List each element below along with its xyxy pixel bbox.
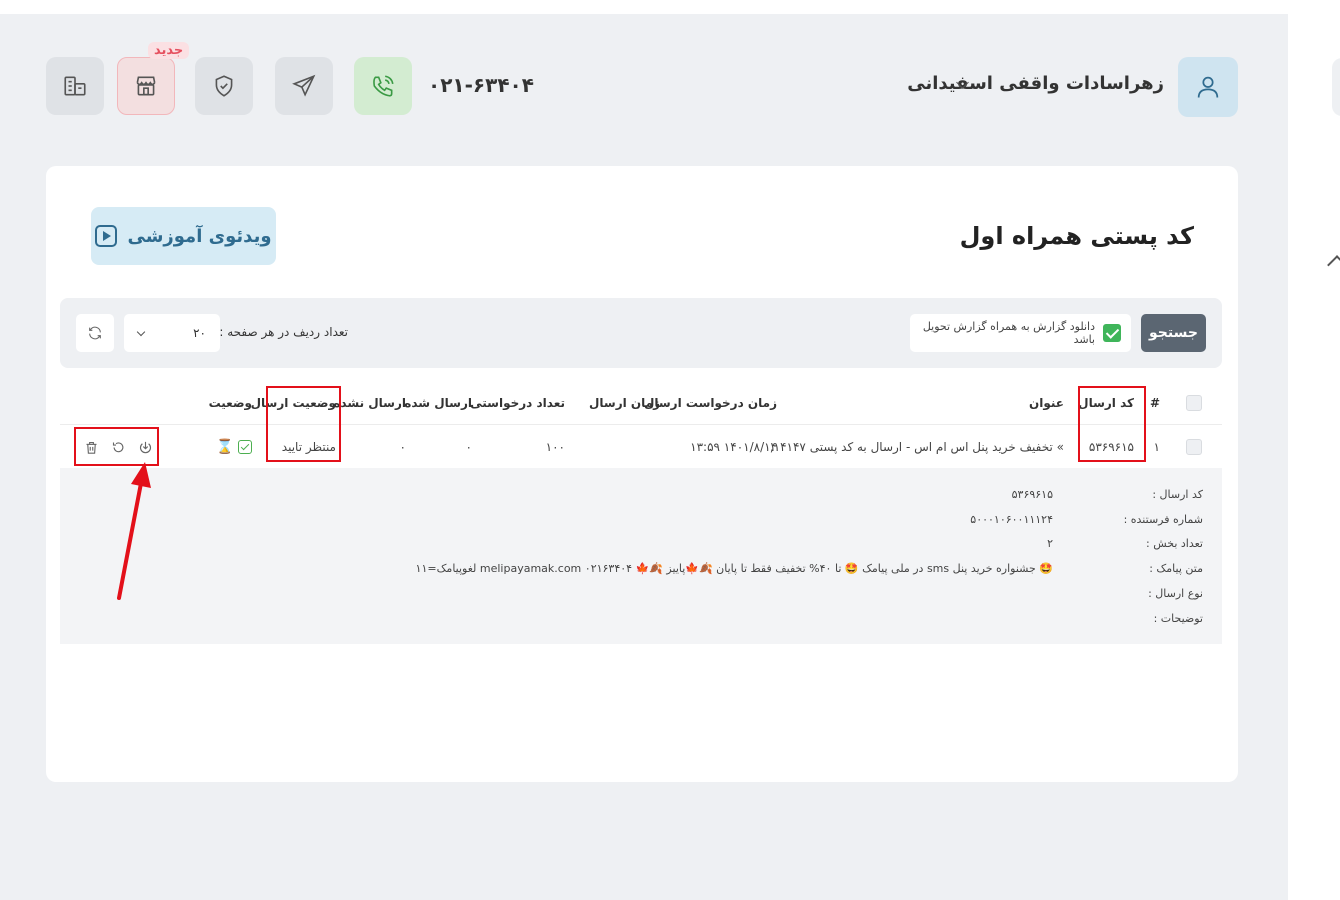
col-sent[interactable]: ارسال شده [404,396,472,410]
page-title: کد پستی همراه اول [959,222,1194,250]
col-status: وضعیت [208,396,252,410]
detail-send-code: ۵۳۶۹۶۱۵ [1011,488,1053,501]
rows-per-page-value: ۲۰ [193,326,206,340]
chevron-up-icon[interactable] [1327,255,1340,275]
sidebar-tab[interactable] [1332,58,1340,116]
refresh-button[interactable] [76,314,114,352]
shield-check-icon [215,75,233,97]
detail-label-sender: شماره فرستنده : [1123,513,1203,526]
new-badge: جدید [148,42,190,59]
detail-label-message: متن پیامک : [1149,562,1203,575]
col-title[interactable]: عنوان [1029,396,1064,410]
support-phone: ۰۲۱-۶۳۴۰۴ [428,73,534,97]
chevron-down-icon [136,327,146,336]
send-status-highlight [266,386,341,462]
select-all-checkbox[interactable] [1186,395,1202,411]
download-report-checkbox[interactable] [1103,324,1121,342]
col-request-time[interactable]: زمان درخواست ارسال [644,396,777,410]
download-report-label: دانلود گزارش به همراه گزارش تحویل باشد [922,320,1095,346]
play-icon [95,225,118,247]
row-requested-count: ۱۰۰ [545,440,565,454]
video-button-label: ویدئوی آموزشی [127,225,272,247]
search-button[interactable]: جستجو [1141,314,1206,352]
send-code-highlight [1078,386,1146,462]
row-request-time: ۱۴۰۱/۸/۱۴ ۱۳:۵۹ [690,440,777,454]
tutorial-video-button[interactable]: ویدئوی آموزشی [91,207,276,265]
shop-button[interactable] [117,57,175,115]
building-icon [64,76,86,96]
col-not-sent[interactable]: ارسال نشده [333,396,406,410]
phone-call-icon [373,75,394,97]
detail-label-send-type: نوع ارسال : [1148,587,1203,600]
row-title: » تخفیف خرید پنل اس ام اس - ارسال به کد … [769,440,1064,454]
col-requested-count[interactable]: تعداد درخواستی [470,396,565,410]
row-not-sent: ۰ [399,440,406,454]
detail-sender: ۵۰۰۰۱۰۶۰۰۱۱۱۲۴ [970,513,1053,526]
header-divider [60,424,1222,425]
refresh-icon [89,326,101,340]
shop-icon [136,76,156,96]
col-index: # [1149,396,1160,410]
detail-label-parts: تعداد بخش : [1146,537,1203,550]
row-checkbox[interactable] [1186,439,1202,455]
col-send-time[interactable]: زمان ارسال [589,396,660,410]
row-index: ۱ [1153,440,1160,454]
hourglass-icon: ⌛ [216,439,234,455]
detail-parts: ۲ [1047,537,1053,550]
call-button[interactable] [354,57,412,115]
rows-per-page-select[interactable]: ۲۰ [124,314,220,352]
send-button[interactable] [275,57,333,115]
detail-label-description: توضیحات : [1153,612,1203,625]
rows-per-page-label: تعداد ردیف در هر صفحه : [219,325,348,339]
detail-label-send-code: کد ارسال : [1152,488,1203,501]
security-button[interactable] [195,57,253,115]
actions-highlight [74,427,159,466]
user-name[interactable]: زهراسادات واقفی اسفیدانی [907,73,1164,94]
user-icon [1197,76,1219,98]
right-sidebar [1288,0,1340,900]
row-sent: ۰ [465,440,472,454]
approved-status-icon [238,440,252,454]
detail-message: 🤩 جشنواره خرید پنل sms در ملی پیامک 🤩 تا… [415,562,1053,575]
download-report-option[interactable]: دانلود گزارش به همراه گزارش تحویل باشد [910,314,1131,352]
send-icon [292,74,316,97]
building-button[interactable] [46,57,104,115]
avatar[interactable] [1178,57,1238,117]
